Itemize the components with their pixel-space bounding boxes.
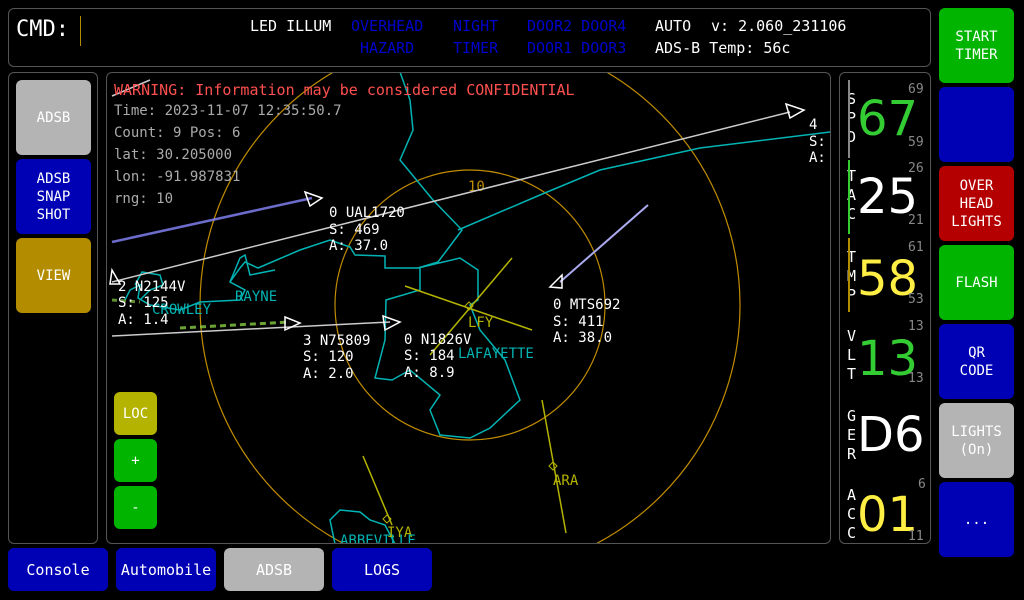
radar-map[interactable]: 10 RAYNE CROWLEY LAFAYETTE LFY ARA IYA A… <box>106 72 831 544</box>
aircraft-ual1720-alt: A: 37.0 <box>329 238 388 254</box>
aircraft-n75809-id: 3 N75809 <box>303 333 370 349</box>
confidential-warning: WARNING: Information may be considered C… <box>114 81 575 99</box>
zoom-in-button[interactable]: + <box>114 439 157 482</box>
place-abbeville: ABBEVILLE <box>340 533 416 544</box>
door1-door3-indicator[interactable]: DOOR1 DOOR3 <box>527 39 626 57</box>
aircraft-n75809-alt: A: 2.0 <box>303 366 354 382</box>
radar-panel: 10 RAYNE CROWLEY LAFAYETTE LFY ARA IYA A… <box>106 72 831 544</box>
aircraft-4-alt: A: <box>809 150 826 166</box>
blank-button[interactable] <box>939 87 1014 162</box>
adsb-snapshot-button[interactable]: ADSB SNAP SHOT <box>16 159 91 234</box>
lat-readout: lat: 30.205000 <box>114 147 233 163</box>
qr-code-button[interactable]: QR CODE <box>939 324 1014 399</box>
night-indicator[interactable]: NIGHT <box>453 17 498 35</box>
aircraft-4[interactable]: 4 S: A: <box>809 117 826 166</box>
time-readout: Time: 2023-11-07 12:35:50.7 <box>114 103 342 119</box>
tac-max: 26 <box>908 161 924 176</box>
aircraft-n1826v-speed: S: 184 <box>404 348 455 364</box>
aircraft-4-id: 4 <box>809 117 817 133</box>
vlt-label: V L T <box>847 327 857 383</box>
aircraft-icon-6 <box>784 102 806 120</box>
cmd-input[interactable] <box>80 16 261 46</box>
flash-button[interactable]: FLASH <box>939 245 1014 320</box>
auto-label: AUTO <box>655 17 692 35</box>
aircraft-n2144v-id: 2 N2144V <box>118 279 186 295</box>
lon-readout: lon: -91.987831 <box>114 169 241 185</box>
tab-automobile[interactable]: Automobile <box>116 548 216 591</box>
version-label: v: 2.060_231106 <box>711 17 847 35</box>
range-readout: rng: 10 <box>114 191 174 207</box>
tab-logs[interactable]: LOGS <box>332 548 432 591</box>
hazard-indicator[interactable]: HAZARD <box>360 39 414 57</box>
cmd-label: CMD: <box>16 17 69 42</box>
led-illum-label: LED ILLUM <box>250 17 332 35</box>
aircraft-4-speed: S: <box>809 134 826 150</box>
aircraft-ual1720-speed: S: 469 <box>329 222 380 238</box>
iya-radial <box>362 455 393 526</box>
ara-radial <box>541 399 567 534</box>
place-ara: ARA <box>553 473 579 489</box>
acc-min: 11 <box>908 529 924 544</box>
aircraft-n75809-speed: S: 120 <box>303 349 354 365</box>
spd-bar <box>848 80 850 158</box>
adsb-button[interactable]: ADSB <box>16 80 91 155</box>
timer-indicator[interactable]: TIMER <box>453 39 498 57</box>
loc-button[interactable]: LOC <box>114 392 157 435</box>
tmp-max: 61 <box>908 240 924 255</box>
more-button[interactable]: ... <box>939 482 1014 557</box>
tab-adsb[interactable]: ADSB <box>224 548 324 591</box>
overhead-lights-button[interactable]: OVER HEAD LIGHTS <box>939 166 1014 241</box>
spd-min: 59 <box>908 135 924 150</box>
spd-max: 69 <box>908 82 924 97</box>
door2-door4-indicator[interactable]: DOOR2 DOOR4 <box>527 17 626 35</box>
lights-on-button[interactable]: LIGHTS (On) <box>939 403 1014 478</box>
tab-console[interactable]: Console <box>8 548 108 591</box>
aircraft-n2144v-alt: A: 1.4 <box>118 312 169 328</box>
view-button[interactable]: VIEW <box>16 238 91 313</box>
place-rayne: RAYNE <box>235 289 277 305</box>
zoom-out-button[interactable]: - <box>114 486 157 529</box>
ger-value: D6 <box>857 407 925 463</box>
aircraft-ual1720[interactable]: 0 UAL1720 S: 469 A: 37.0 <box>329 205 405 254</box>
aircraft-n1826v-id: 0 N1826V <box>404 332 472 348</box>
vlt-max: 13 <box>908 319 924 334</box>
acc-max: 6 <box>918 477 926 492</box>
aircraft-mts692-speed: S: 411 <box>553 314 604 330</box>
aircraft-ual1720-id: 0 UAL1720 <box>329 205 405 221</box>
overhead-indicator[interactable]: OVERHEAD <box>351 17 423 35</box>
aircraft-mts692-alt: A: 38.0 <box>553 330 612 346</box>
acc-label: A C C <box>847 486 857 542</box>
adsb-temp-label: ADS-B Temp: 56c <box>655 39 791 57</box>
aircraft-icon <box>303 190 324 208</box>
place-lafayette: LAFAYETTE <box>458 346 534 362</box>
aircraft-mts692-id: 0 MTS692 <box>553 297 620 313</box>
aircraft-trail-5 <box>179 320 291 330</box>
aircraft-mts692[interactable]: 0 MTS692 S: 411 A: 38.0 <box>553 297 620 346</box>
tac-bar <box>848 160 850 234</box>
aircraft-icon-3 <box>284 315 302 332</box>
aircraft-trail-3 <box>559 204 649 283</box>
aircraft-n75809[interactable]: 3 N75809 S: 120 A: 2.0 <box>303 333 370 382</box>
ger-label: G E R <box>847 407 857 463</box>
place-lfy: LFY <box>468 315 494 331</box>
vlt-min: 13 <box>908 371 924 386</box>
tac-min: 21 <box>908 213 924 228</box>
boundary-line-4 <box>229 253 276 283</box>
tmp-min: 53 <box>908 292 924 307</box>
tmp-bar <box>848 238 850 312</box>
count-pos-readout: Count: 9 Pos: 6 <box>114 125 241 141</box>
aircraft-n2144v-speed: S: 125 <box>118 295 169 311</box>
start-timer-button[interactable]: START TIMER <box>939 8 1014 83</box>
aircraft-n1826v-alt: A: 8.9 <box>404 365 455 381</box>
